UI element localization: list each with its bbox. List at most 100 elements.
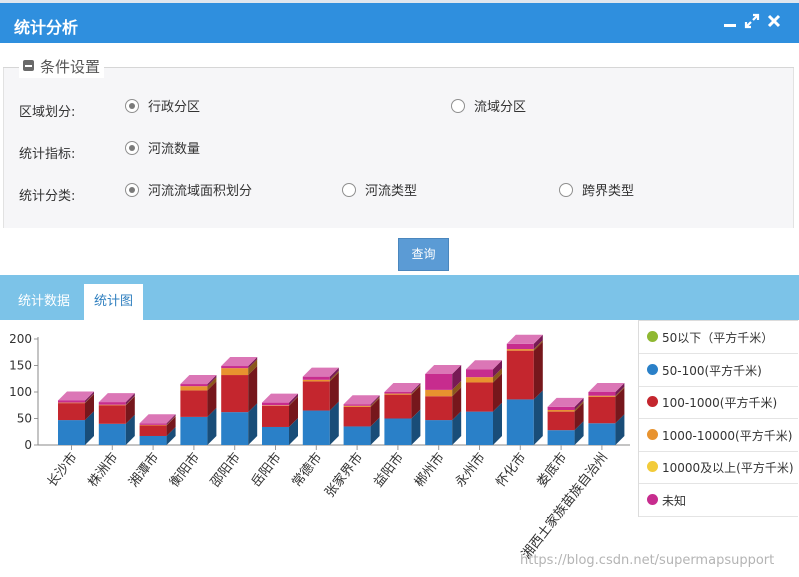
chart-legend: 50以下（平方千米） 50-100(平方千米) 100-1000(平方千米) 1000… xyxy=(638,320,798,517)
tab-bar: 统计数据 统计图 xyxy=(0,275,799,320)
bar-segment xyxy=(302,379,330,382)
bar-segment xyxy=(58,400,85,403)
bar-segment xyxy=(425,373,453,390)
bar-segment xyxy=(466,369,493,378)
legend-label: 100-1000(平方千米) xyxy=(662,396,778,410)
radio-river-type-label: 河流类型 xyxy=(365,184,418,199)
legend-item[interactable]: 1000-10000(平方千米) xyxy=(639,419,798,452)
bar-segment-side xyxy=(533,390,543,445)
class-label: 统计分类: xyxy=(19,189,76,204)
bar-segment xyxy=(506,399,534,445)
radio-river-type[interactable]: 河流类型 xyxy=(342,182,418,201)
legend-label: 50-100(平方千米) xyxy=(662,363,762,378)
y-tick-label: 50 xyxy=(17,412,32,426)
bar-segment xyxy=(262,426,289,445)
bar-segment xyxy=(302,410,330,445)
window-title-bar: 统计分析 xyxy=(0,3,799,43)
legend-swatch xyxy=(647,461,658,472)
bar-segment xyxy=(58,402,85,404)
x-tick-label: 郴州市 xyxy=(411,450,448,491)
legend-item[interactable]: 50以下（平方千米） xyxy=(639,321,798,354)
bar-segment xyxy=(221,366,249,369)
radio-river-count[interactable]: 河流数量 xyxy=(125,140,201,159)
bar-segment xyxy=(588,423,616,445)
bar-segment xyxy=(302,376,330,380)
bar-segment xyxy=(58,420,85,445)
radio-cross-border[interactable]: 跨界类型 xyxy=(559,182,635,201)
bar-segment xyxy=(384,418,412,445)
bar-segment xyxy=(384,393,412,395)
bar-segment xyxy=(262,405,289,427)
radio-unchecked-icon xyxy=(559,182,573,197)
bar-segment xyxy=(425,389,453,397)
radio-admin-region[interactable]: 行政分区 xyxy=(125,98,201,117)
legend-swatch xyxy=(647,363,658,375)
bar-segment-side xyxy=(533,341,543,400)
y-tick-label: 150 xyxy=(9,359,32,373)
legend-label: 10000及以上(平方千米) xyxy=(662,461,794,475)
bar-segment xyxy=(547,406,575,411)
bar-segment xyxy=(466,411,493,445)
y-tick-label: 0 xyxy=(24,438,32,452)
bar-segment xyxy=(58,403,85,421)
bar-segment xyxy=(98,402,126,405)
radio-checked-icon xyxy=(125,182,139,197)
bar-segment xyxy=(221,375,249,413)
x-tick-label: 岳阳市 xyxy=(248,450,285,491)
bar-segment xyxy=(547,410,575,412)
region-label: 区域划分: xyxy=(19,105,76,120)
bar-segment xyxy=(180,386,208,391)
x-tick-label: 邵阳市 xyxy=(207,450,244,491)
bar-segment xyxy=(262,405,289,406)
x-tick-label: 怀化市 xyxy=(493,450,530,491)
query-button[interactable]: 查询 xyxy=(398,238,449,271)
maximize-icon[interactable] xyxy=(744,13,760,29)
legend-item[interactable]: 100-1000(平方千米) xyxy=(639,386,798,419)
radio-admin-region-label: 行政分区 xyxy=(148,100,201,115)
x-tick-label: 益阳市 xyxy=(370,450,407,491)
radio-cross-border-label: 跨界类型 xyxy=(582,184,635,199)
legend-item[interactable]: 未知 xyxy=(639,484,798,517)
bar-segment xyxy=(506,349,534,351)
bar-segment xyxy=(302,381,330,411)
x-tick-label: 永州市 xyxy=(452,450,489,491)
x-tick-label: 娄底市 xyxy=(534,450,571,491)
legend-swatch xyxy=(647,493,658,505)
tab-statistics-chart[interactable]: 统计图 xyxy=(84,284,144,320)
bar-segment xyxy=(139,424,167,426)
bar-segment xyxy=(588,395,616,397)
radio-basin-area[interactable]: 河流流域面积划分 xyxy=(125,182,253,201)
bar-segment xyxy=(221,368,249,376)
bar-segment xyxy=(588,392,616,396)
bar-segment xyxy=(139,425,167,436)
tab-statistics-data[interactable]: 统计数据 xyxy=(8,284,80,320)
radio-river-count-label: 河流数量 xyxy=(148,142,201,157)
bar-segment xyxy=(466,377,493,383)
bar-segment xyxy=(506,350,534,400)
bar-segment xyxy=(98,405,126,424)
x-tick-label: 株洲市 xyxy=(85,450,122,491)
legend-item[interactable]: 10000及以上(平方千米) xyxy=(639,451,798,484)
close-icon[interactable] xyxy=(766,13,782,29)
bar-segment xyxy=(343,404,371,406)
collapse-icon[interactable] xyxy=(23,60,34,71)
y-tick-label: 200 xyxy=(9,332,32,346)
index-label: 统计指标: xyxy=(19,147,76,162)
radio-basin-region[interactable]: 流域分区 xyxy=(451,98,527,117)
radio-basin-area-label: 河流流域面积划分 xyxy=(148,184,253,199)
bar-segment xyxy=(466,382,493,412)
bar-segment xyxy=(139,423,167,425)
legend-label: 未知 xyxy=(662,493,687,508)
legend-swatch xyxy=(647,396,658,407)
bar-segment xyxy=(425,420,453,445)
radio-checked-icon xyxy=(125,98,139,113)
bar-segment xyxy=(588,396,616,424)
x-tick-label: 长沙市 xyxy=(44,450,81,491)
bar-segment xyxy=(384,392,412,394)
minimize-icon[interactable] xyxy=(722,13,738,29)
radio-basin-region-label: 流域分区 xyxy=(474,100,527,115)
legend-item[interactable]: 50-100(平方千米) xyxy=(639,354,798,387)
x-tick-label: 衡阳市 xyxy=(166,450,203,491)
bar-segment xyxy=(343,426,371,445)
conditions-legend[interactable]: 条件设置 xyxy=(19,56,105,78)
